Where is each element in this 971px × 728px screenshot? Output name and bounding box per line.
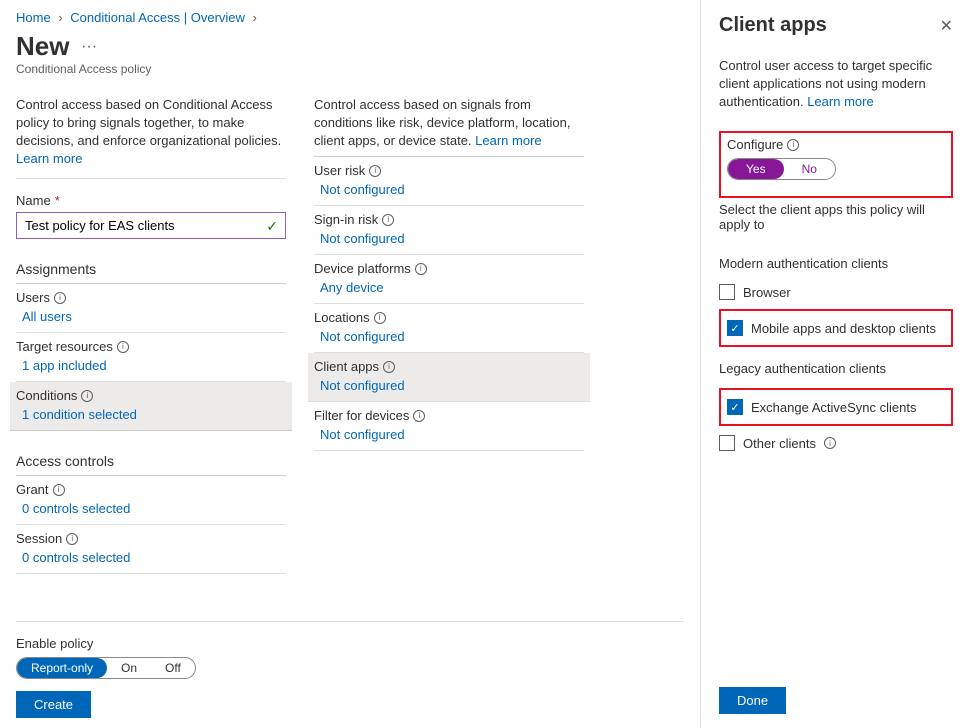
enable-policy-label: Enable policy (16, 636, 684, 651)
info-icon[interactable]: i (824, 437, 836, 449)
device-platforms-label: Device platforms i (314, 261, 584, 276)
signin-risk-label: Sign-in risk i (314, 212, 584, 227)
filter-devices-label: Filter for devices i (314, 408, 584, 423)
legacy-auth-header: Legacy authentication clients (719, 361, 953, 376)
check-icon: ✓ (266, 218, 278, 235)
locations-label: Locations i (314, 310, 584, 325)
intro-text-left: Control access based on Conditional Acce… (16, 96, 286, 179)
conditions-value[interactable]: 1 condition selected (16, 407, 286, 422)
toggle-no[interactable]: No (784, 159, 835, 179)
configure-toggle[interactable]: Yes No (727, 158, 836, 180)
toggle-report-only[interactable]: Report-only (17, 658, 107, 678)
page-title: New (16, 31, 69, 61)
done-button[interactable]: Done (719, 687, 786, 714)
info-icon[interactable]: i (53, 484, 65, 496)
toggle-on[interactable]: On (107, 658, 151, 678)
mobile-desktop-label: Mobile apps and desktop clients (751, 321, 936, 336)
intro-text-right: Control access based on signals from con… (314, 96, 584, 157)
name-input[interactable] (16, 212, 286, 239)
info-icon[interactable]: i (66, 533, 78, 545)
page-subtitle: Conditional Access policy (16, 62, 684, 76)
info-icon[interactable]: i (374, 312, 386, 324)
target-resources-value[interactable]: 1 app included (16, 358, 286, 373)
user-risk-value[interactable]: Not configured (314, 182, 584, 197)
breadcrumb-conditional-access[interactable]: Conditional Access | Overview (70, 10, 245, 25)
configure-label: Configure i (727, 137, 945, 152)
browser-checkbox[interactable] (719, 284, 735, 300)
client-apps-label: Client apps i (314, 359, 584, 374)
other-clients-checkbox[interactable] (719, 435, 735, 451)
toggle-yes[interactable]: Yes (728, 159, 784, 179)
breadcrumb: Home › Conditional Access | Overview › (16, 10, 684, 25)
other-clients-label: Other clients (743, 436, 816, 451)
info-icon[interactable]: i (383, 361, 395, 373)
learn-more-link[interactable]: Learn more (807, 94, 873, 109)
mobile-desktop-checkbox[interactable]: ✓ (727, 320, 743, 336)
chevron-right-icon: › (253, 10, 257, 25)
info-icon[interactable]: i (81, 390, 93, 402)
panel-title: Client apps (719, 14, 827, 37)
session-value[interactable]: 0 controls selected (16, 550, 286, 565)
create-button[interactable]: Create (16, 691, 91, 718)
info-icon[interactable]: i (369, 165, 381, 177)
eas-label: Exchange ActiveSync clients (751, 400, 916, 415)
device-platforms-value[interactable]: Any device (314, 280, 584, 295)
select-apps-text: Select the client apps this policy will … (719, 202, 953, 232)
info-icon[interactable]: i (413, 410, 425, 422)
learn-more-link[interactable]: Learn more (16, 151, 82, 166)
info-icon[interactable]: i (54, 292, 66, 304)
more-actions-icon[interactable]: ··· (81, 38, 97, 55)
enable-policy-toggle[interactable]: Report-only On Off (16, 657, 196, 679)
user-risk-label: User risk i (314, 163, 584, 178)
assignments-header: Assignments (16, 261, 286, 284)
toggle-off[interactable]: Off (151, 658, 195, 678)
modern-auth-header: Modern authentication clients (719, 256, 953, 271)
breadcrumb-home[interactable]: Home (16, 10, 51, 25)
info-icon[interactable]: i (117, 341, 129, 353)
target-resources-label: Target resources i (16, 339, 286, 354)
learn-more-link[interactable]: Learn more (475, 133, 541, 148)
grant-label: Grant i (16, 482, 286, 497)
users-label: Users i (16, 290, 286, 305)
access-controls-header: Access controls (16, 453, 286, 476)
name-label: Name* (16, 193, 286, 208)
info-icon[interactable]: i (787, 139, 799, 151)
client-apps-value[interactable]: Not configured (314, 378, 584, 393)
chevron-right-icon: › (58, 10, 62, 25)
session-label: Session i (16, 531, 286, 546)
users-value[interactable]: All users (16, 309, 286, 324)
info-icon[interactable]: i (382, 214, 394, 226)
eas-checkbox[interactable]: ✓ (727, 399, 743, 415)
filter-devices-value[interactable]: Not configured (314, 427, 584, 442)
signin-risk-value[interactable]: Not configured (314, 231, 584, 246)
info-icon[interactable]: i (415, 263, 427, 275)
panel-description: Control user access to target specific c… (719, 57, 953, 111)
locations-value[interactable]: Not configured (314, 329, 584, 344)
conditions-label: Conditions i (16, 388, 286, 403)
browser-label: Browser (743, 285, 791, 300)
grant-value[interactable]: 0 controls selected (16, 501, 286, 516)
close-icon[interactable]: ✕ (940, 16, 953, 36)
